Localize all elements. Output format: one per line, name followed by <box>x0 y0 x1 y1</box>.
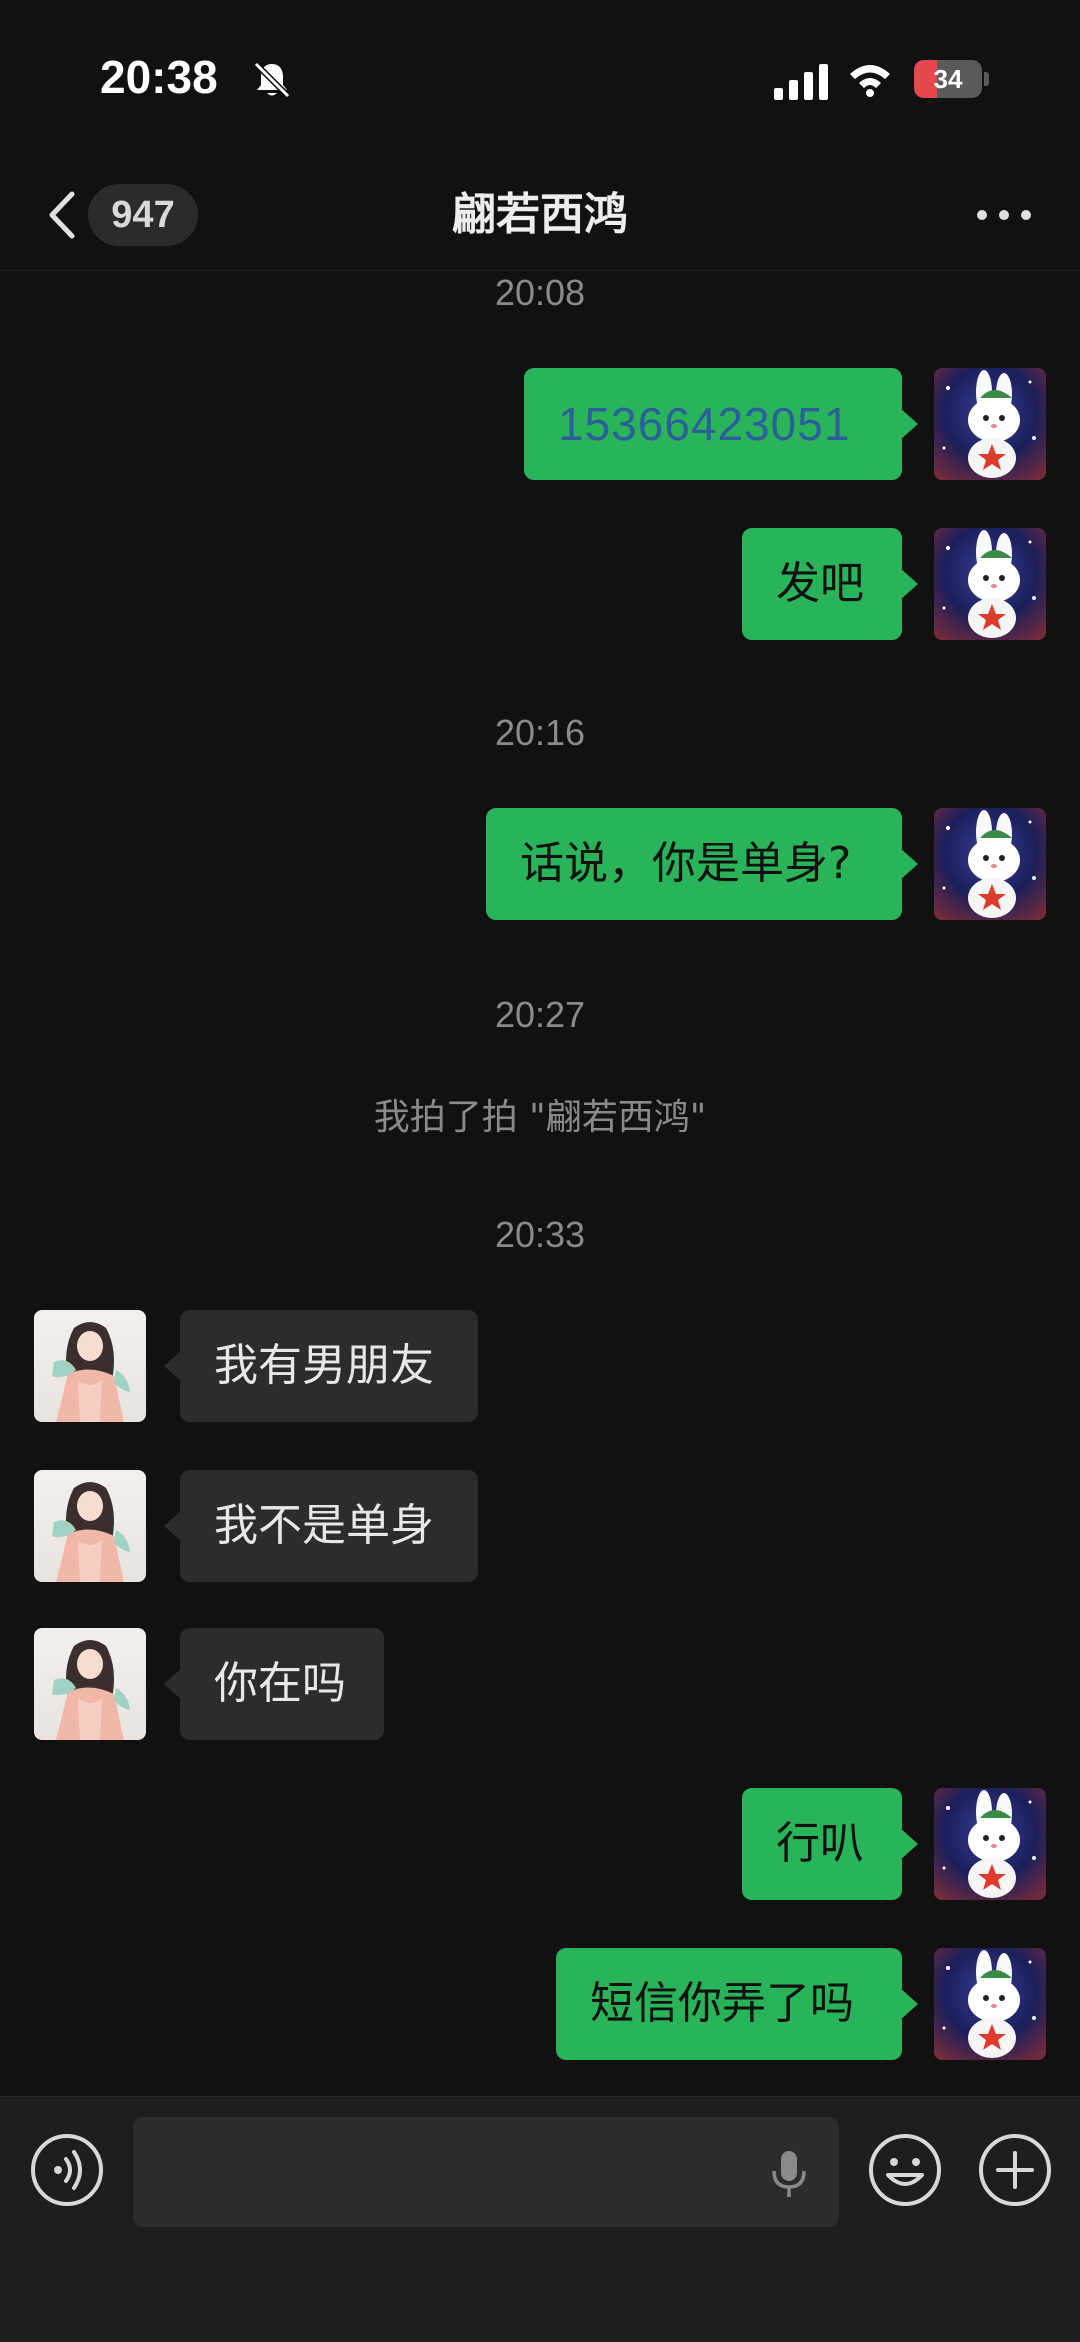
pat-system-message: 我拍了拍 "翩若西鸿" <box>373 1097 707 1138</box>
message-timestamp: 20:27 <box>494 994 586 1035</box>
message-timestamp: 20:16 <box>494 712 586 753</box>
back-chevron-icon[interactable] <box>42 190 82 240</box>
my-avatar[interactable] <box>934 1948 1046 2060</box>
microphone-icon[interactable] <box>769 2149 809 2199</box>
my-avatar[interactable] <box>934 1788 1046 1900</box>
phone-number-link[interactable]: 15366423051 <box>558 398 850 450</box>
my-avatar[interactable] <box>934 368 1046 480</box>
emoji-icon[interactable] <box>868 2133 942 2207</box>
cellular-signal-icon <box>774 64 828 100</box>
message-timestamp: 20:08 <box>494 272 586 313</box>
plus-icon[interactable] <box>978 2133 1052 2207</box>
incoming-message[interactable]: 我不是单身 <box>164 1470 478 1582</box>
chat-title: 翩若西鸿 <box>452 189 628 240</box>
input-bar <box>0 2096 1080 2342</box>
chat-header: 947 翩若西鸿 <box>0 160 1080 271</box>
outgoing-message[interactable]: 短信你弄了吗 <box>556 1948 918 2060</box>
voice-icon[interactable] <box>30 2133 104 2207</box>
more-options-icon[interactable] <box>974 200 1034 230</box>
contact-avatar[interactable] <box>34 1310 146 1422</box>
status-time: 20:38 <box>100 51 218 103</box>
incoming-message[interactable]: 我有男朋友 <box>164 1310 478 1422</box>
message-timestamp: 20:33 <box>494 1214 586 1255</box>
battery-icon: 34 <box>914 60 990 98</box>
wifi-icon <box>850 65 890 97</box>
outgoing-message[interactable]: 15366423051 <box>524 368 918 480</box>
status-bar: 20:38 34 <box>0 0 1080 160</box>
contact-avatar[interactable] <box>34 1470 146 1582</box>
battery-level: 34 <box>933 64 963 94</box>
outgoing-message[interactable]: 发吧 <box>742 528 918 640</box>
incoming-message[interactable]: 你在吗 <box>164 1628 384 1740</box>
outgoing-message[interactable]: 行叭 <box>742 1788 918 1900</box>
contact-avatar[interactable] <box>34 1628 146 1740</box>
my-avatar[interactable] <box>934 808 1046 920</box>
outgoing-message[interactable]: 话说，你是单身? <box>486 808 918 920</box>
unread-count-badge[interactable]: 947 <box>88 184 198 246</box>
my-avatar[interactable] <box>934 528 1046 640</box>
message-input[interactable] <box>133 2117 839 2227</box>
bell-muted-icon <box>253 61 291 99</box>
